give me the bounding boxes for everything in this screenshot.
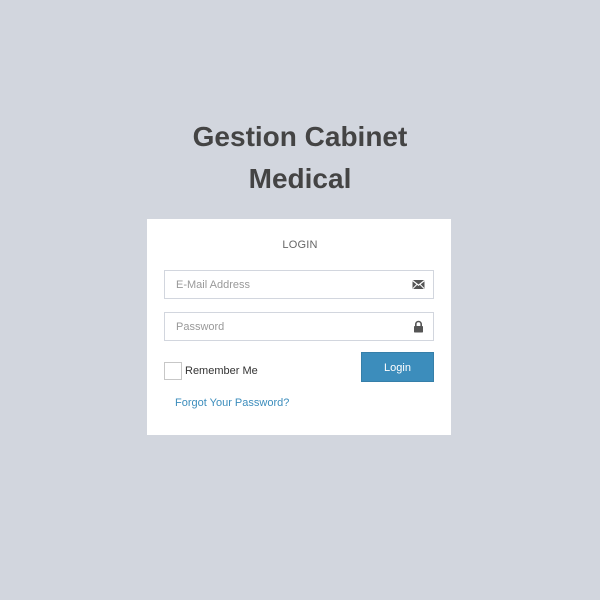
lock-icon xyxy=(412,320,425,333)
email-field[interactable] xyxy=(164,270,434,299)
logo-line-1: Gestion Cabinet xyxy=(192,121,408,152)
envelope-icon xyxy=(412,278,425,291)
login-page: Gestion Cabinet Medical LOGIN Remember M… xyxy=(0,0,600,600)
remember-me-control[interactable]: Remember Me xyxy=(164,361,258,381)
password-field[interactable] xyxy=(164,312,434,341)
app-logo-title: Gestion Cabinet Medical xyxy=(0,116,600,200)
login-button[interactable]: Login xyxy=(361,352,434,382)
login-box-title: LOGIN xyxy=(282,239,318,251)
logo-line-2: Medical xyxy=(248,163,352,194)
remember-me-label[interactable]: Remember Me xyxy=(185,365,258,377)
password-input[interactable] xyxy=(165,313,405,340)
forgot-password-link[interactable]: Forgot Your Password? xyxy=(175,397,289,409)
email-input[interactable] xyxy=(165,271,405,298)
remember-me-checkbox[interactable] xyxy=(164,362,182,380)
